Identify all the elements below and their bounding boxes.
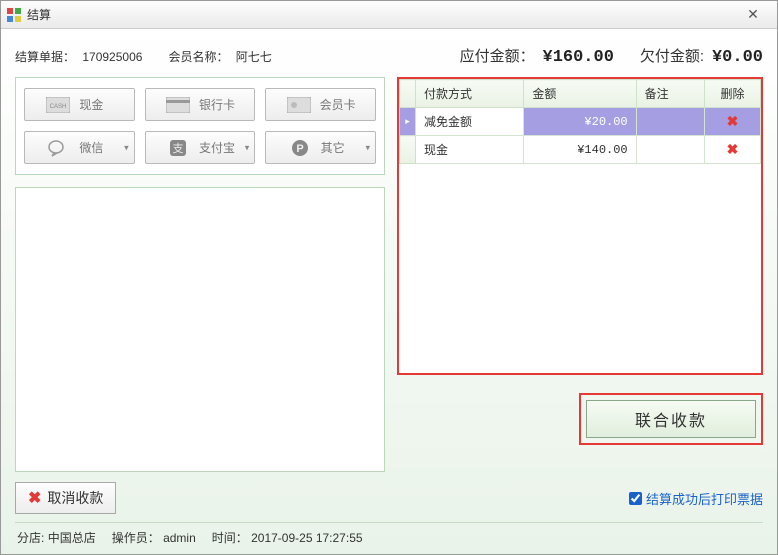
due-amount-field: 应付金额： ¥160.00 [460, 45, 614, 67]
left-column: CASH 现金 银行卡 会员卡 微信 ▾ [15, 77, 385, 472]
main-row: CASH 现金 银行卡 会员卡 微信 ▾ [15, 77, 763, 472]
owed-amount-field: 欠付金额: ¥0.00 [640, 45, 763, 67]
wechat-icon [45, 139, 71, 157]
print-receipt-label: 结算成功后打印票据 [646, 489, 763, 508]
status-operator-label: 操作员： [112, 531, 160, 545]
pay-wechat-label: 微信 [79, 139, 113, 156]
settlement-window: 结算 ✕ 结算单据： 170925006 会员名称： 阿七七 应付金额： ¥16… [0, 0, 778, 555]
table-empty-area [399, 164, 761, 373]
order-no-field: 结算单据： 170925006 [15, 48, 142, 65]
cell-method[interactable]: 减免金额 [416, 108, 524, 136]
alipay-icon: 支 [165, 139, 191, 157]
member-name-label: 会员名称： [168, 50, 228, 64]
window-close-button[interactable]: ✕ [735, 6, 771, 24]
pay-alipay-label: 支付宝 [199, 139, 235, 156]
pay-other-button[interactable]: P 其它 ▾ [265, 131, 376, 164]
cancel-collect-button[interactable]: ✖ 取消收款 [15, 482, 116, 514]
membercard-icon [286, 96, 312, 114]
pay-other-label: 其它 [321, 139, 355, 156]
cell-remark[interactable] [636, 108, 704, 136]
status-time-value: 2017-09-25 17:27:55 [251, 531, 362, 545]
cancel-icon: ✖ [28, 488, 41, 508]
payments-table-wrap: 付款方式 金额 备注 删除 ▸ 减免金额 ¥20.00 [397, 77, 763, 375]
pay-membercard-button[interactable]: 会员卡 [265, 88, 376, 121]
member-name-value: 阿七七 [236, 50, 272, 64]
chevron-down-icon: ▾ [365, 142, 370, 153]
cancel-collect-label: 取消收款 [47, 488, 103, 508]
window-title: 结算 [27, 6, 735, 23]
row-indicator-icon: ▸ [400, 108, 416, 136]
owed-amount-label: 欠付金额: [640, 48, 704, 65]
status-time-label: 时间： [212, 531, 248, 545]
right-column: 付款方式 金额 备注 删除 ▸ 减免金额 ¥20.00 [397, 77, 763, 472]
cash-icon: CASH [45, 96, 71, 114]
table-row[interactable]: ▸ 减免金额 ¥20.00 ✖ [400, 108, 761, 136]
order-no-label: 结算单据： [15, 50, 75, 64]
col-amount[interactable]: 金额 [524, 80, 636, 108]
detail-panel [15, 187, 385, 472]
other-pay-icon: P [287, 139, 313, 157]
combined-collect-button[interactable]: 联合收款 [586, 400, 756, 438]
cell-remark[interactable] [636, 136, 704, 164]
pay-cash-label: 现金 [79, 96, 113, 113]
pay-cash-button[interactable]: CASH 现金 [24, 88, 135, 121]
pay-bankcard-button[interactable]: 银行卡 [145, 88, 256, 121]
row-indicator-empty [400, 136, 416, 164]
bankcard-icon [165, 96, 191, 114]
payments-table[interactable]: 付款方式 金额 备注 删除 ▸ 减免金额 ¥20.00 [399, 79, 761, 164]
member-name-field: 会员名称： 阿七七 [168, 48, 271, 65]
bottom-row: ✖ 取消收款 结算成功后打印票据 [15, 482, 763, 514]
status-operator-value: admin [163, 531, 196, 545]
cell-method[interactable]: 现金 [416, 136, 524, 164]
cell-amount[interactable]: ¥140.00 [524, 136, 636, 164]
cell-delete[interactable]: ✖ [705, 108, 761, 136]
svg-text:支: 支 [172, 142, 183, 155]
status-operator: 操作员： admin [112, 529, 196, 546]
payment-method-panel: CASH 现金 银行卡 会员卡 微信 ▾ [15, 77, 385, 175]
cell-amount[interactable]: ¥20.00 [524, 108, 636, 136]
cell-delete[interactable]: ✖ [705, 136, 761, 164]
confirm-row: 联合收款 [397, 393, 763, 445]
status-store-label: 分店: [17, 531, 44, 545]
col-method[interactable]: 付款方式 [416, 80, 524, 108]
svg-text:P: P [296, 143, 303, 155]
col-delete[interactable]: 删除 [705, 80, 761, 108]
statusbar: 分店: 中国总店 操作员： admin 时间： 2017-09-25 17:27… [15, 522, 763, 548]
status-store-value: 中国总店 [48, 531, 96, 545]
pay-alipay-button[interactable]: 支 支付宝 ▾ [145, 131, 256, 164]
status-time: 时间： 2017-09-25 17:27:55 [212, 529, 363, 546]
delete-icon[interactable]: ✖ [727, 141, 739, 157]
confirm-highlight: 联合收款 [579, 393, 763, 445]
pay-bankcard-label: 银行卡 [199, 96, 235, 113]
print-receipt-checkbox[interactable]: 结算成功后打印票据 [629, 489, 763, 508]
chevron-down-icon: ▾ [124, 142, 129, 153]
table-row[interactable]: 现金 ¥140.00 ✖ [400, 136, 761, 164]
pay-membercard-label: 会员卡 [320, 96, 356, 113]
chevron-down-icon: ▾ [245, 142, 250, 153]
delete-icon[interactable]: ✖ [727, 113, 739, 129]
owed-amount-value: ¥0.00 [712, 48, 763, 67]
svg-text:CASH: CASH [50, 104, 67, 110]
due-amount-label: 应付金额： [460, 48, 535, 65]
col-remark[interactable]: 备注 [636, 80, 704, 108]
rowheader-col [400, 80, 416, 108]
content-area: 结算单据： 170925006 会员名称： 阿七七 应付金额： ¥160.00 … [1, 29, 777, 554]
due-amount-value: ¥160.00 [543, 48, 614, 67]
order-no-value: 170925006 [82, 50, 142, 64]
print-receipt-input[interactable] [629, 492, 642, 505]
status-store: 分店: 中国总店 [17, 529, 96, 546]
top-info-row: 结算单据： 170925006 会员名称： 阿七七 应付金额： ¥160.00 … [15, 39, 763, 73]
titlebar: 结算 ✕ [1, 1, 777, 29]
app-icon [7, 8, 21, 22]
pay-wechat-button[interactable]: 微信 ▾ [24, 131, 135, 164]
